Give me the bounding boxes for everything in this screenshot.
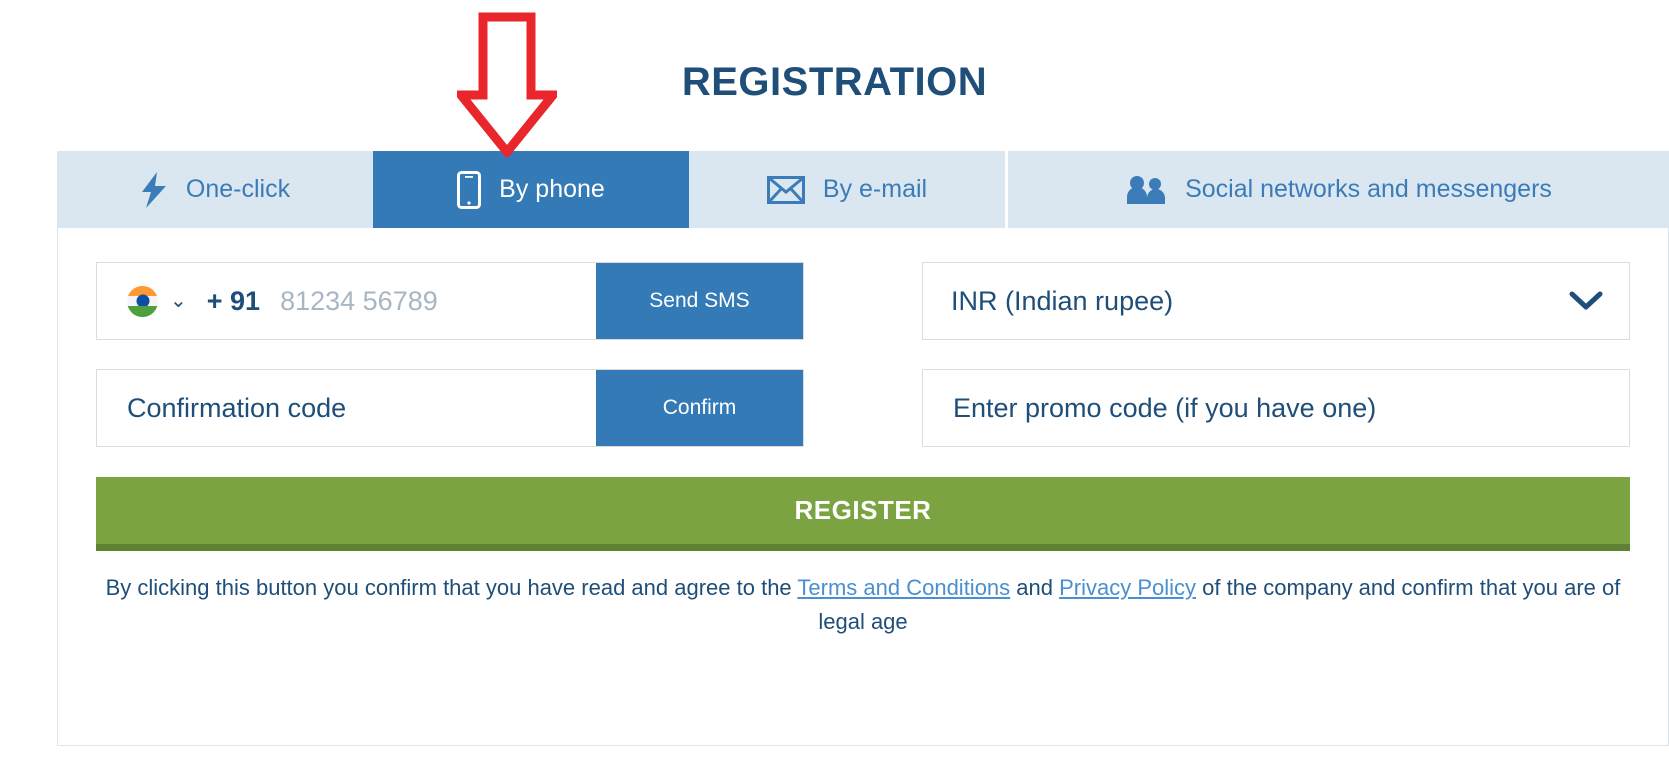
- privacy-policy-link[interactable]: Privacy Policy: [1059, 575, 1196, 600]
- tab-social-networks-label: Social networks and messengers: [1185, 175, 1552, 203]
- phone-placeholder: 81234 56789: [280, 285, 438, 316]
- people-group-icon: [1125, 175, 1167, 205]
- phone-input[interactable]: ⌄ + 91 81234 56789: [97, 263, 596, 339]
- lightning-bolt-icon: [140, 171, 168, 208]
- disclaimer-text: By clicking this button you confirm that…: [96, 571, 1630, 639]
- tab-one-click[interactable]: One-click: [57, 151, 373, 228]
- form-row-phone: ⌄ + 91 81234 56789 Send SMS INR (Indian …: [96, 262, 1630, 340]
- chevron-down-icon[interactable]: [1569, 290, 1603, 312]
- confirm-button[interactable]: Confirm: [596, 370, 803, 446]
- envelope-icon: [766, 175, 805, 204]
- disclaimer-text-before: By clicking this button you confirm that…: [105, 575, 798, 600]
- terms-and-conditions-link[interactable]: Terms and Conditions: [797, 575, 1010, 600]
- tab-by-email[interactable]: By e-mail: [689, 151, 1005, 228]
- tab-by-phone[interactable]: By phone: [373, 151, 689, 228]
- tab-one-click-label: One-click: [185, 175, 291, 203]
- tab-social-networks[interactable]: Social networks and messengers: [1008, 151, 1669, 228]
- currency-select[interactable]: INR (Indian rupee): [922, 262, 1630, 340]
- confirmation-code-input[interactable]: Confirmation code: [97, 370, 596, 446]
- tab-by-phone-label: By phone: [499, 175, 605, 203]
- mobile-phone-icon: [457, 170, 482, 209]
- registration-form: ⌄ + 91 81234 56789 Send SMS INR (Indian …: [57, 228, 1669, 746]
- registration-card: One-click By phone By e-mail Social netw…: [57, 151, 1669, 746]
- page-title: REGISTRATION: [681, 60, 988, 104]
- form-row-confirmation: Confirmation code Confirm Enter promo co…: [96, 369, 1630, 447]
- india-flag-icon: [127, 285, 158, 317]
- tab-by-email-label: By e-mail: [822, 175, 928, 203]
- phone-dial-code: + 91: [206, 285, 261, 316]
- register-button[interactable]: REGISTER: [96, 477, 1630, 551]
- send-sms-button[interactable]: Send SMS: [596, 263, 803, 339]
- promo-field-group: Enter promo code (if you have one): [922, 369, 1630, 447]
- disclaimer-text-between: and: [1010, 575, 1060, 600]
- chevron-down-icon[interactable]: ⌄: [170, 291, 187, 311]
- currency-select-value: INR (Indian rupee): [951, 285, 1174, 316]
- phone-field-group: ⌄ + 91 81234 56789 Send SMS: [96, 262, 804, 340]
- confirmation-field-group: Confirmation code Confirm: [96, 369, 804, 447]
- promo-code-input[interactable]: Enter promo code (if you have one): [923, 370, 1629, 446]
- registration-tab-bar: One-click By phone By e-mail Social netw…: [57, 151, 1669, 228]
